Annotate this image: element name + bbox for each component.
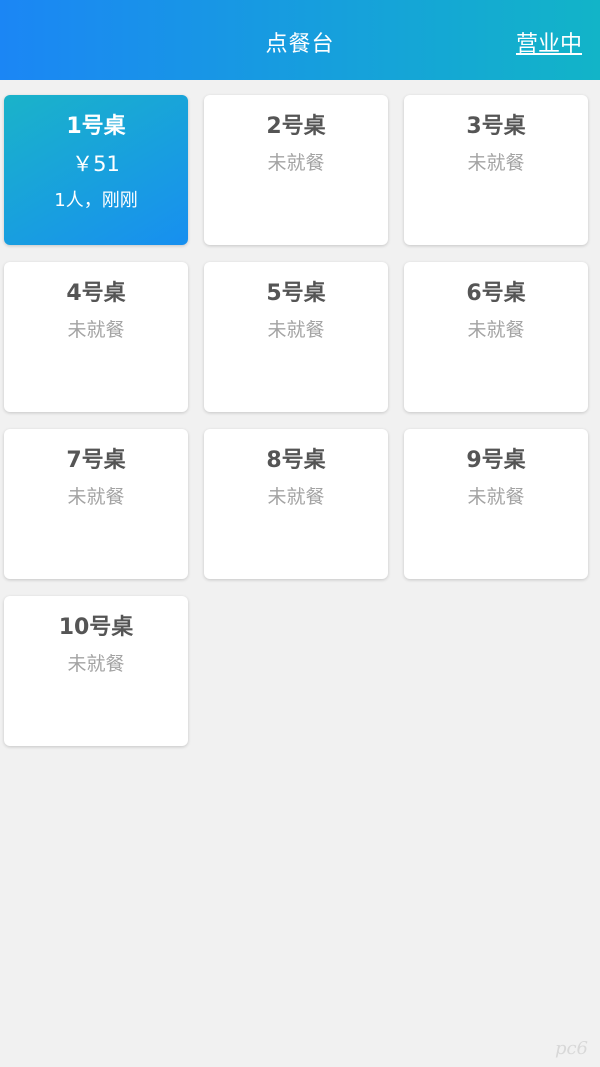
table-name: 3号桌 (466, 114, 526, 139)
table-status: 未就餐 (467, 152, 525, 174)
page-title: 点餐台 (265, 32, 335, 57)
table-name: 4号桌 (66, 281, 126, 306)
table-status: 未就餐 (467, 486, 525, 508)
table-name: 8号桌 (266, 448, 326, 473)
table-detail: 1人，刚刚 (54, 190, 138, 211)
business-status-link[interactable]: 营业中 (516, 26, 582, 58)
table-card-8[interactable]: 8号桌 未就餐 (204, 429, 388, 579)
table-status: 未就餐 (67, 653, 125, 675)
table-status: 未就餐 (267, 152, 325, 174)
table-card-3[interactable]: 3号桌 未就餐 (404, 95, 588, 245)
watermark-logo: pc6 (554, 1038, 588, 1059)
table-status: 未就餐 (67, 486, 125, 508)
table-grid: 1号桌 ￥51 1人，刚刚 2号桌 未就餐 3号桌 未就餐 4号桌 未就餐 5号… (4, 95, 594, 746)
table-name: 10号桌 (58, 615, 134, 640)
table-amount: ￥51 (72, 152, 120, 176)
table-card-5[interactable]: 5号桌 未就餐 (204, 262, 388, 412)
table-name: 1号桌 (66, 114, 126, 139)
table-status: 未就餐 (267, 319, 325, 341)
table-status: 未就餐 (267, 486, 325, 508)
table-card-1[interactable]: 1号桌 ￥51 1人，刚刚 (4, 95, 188, 245)
table-status: 未就餐 (67, 319, 125, 341)
app-header: 点餐台 营业中 (0, 0, 600, 80)
table-card-10[interactable]: 10号桌 未就餐 (4, 596, 188, 746)
table-status: 未就餐 (467, 319, 525, 341)
table-card-6[interactable]: 6号桌 未就餐 (404, 262, 588, 412)
table-card-2[interactable]: 2号桌 未就餐 (204, 95, 388, 245)
table-card-4[interactable]: 4号桌 未就餐 (4, 262, 188, 412)
table-name: 2号桌 (266, 114, 326, 139)
table-name: 6号桌 (466, 281, 526, 306)
table-name: 5号桌 (266, 281, 326, 306)
table-name: 9号桌 (466, 448, 526, 473)
table-card-7[interactable]: 7号桌 未就餐 (4, 429, 188, 579)
table-name: 7号桌 (66, 448, 126, 473)
table-card-9[interactable]: 9号桌 未就餐 (404, 429, 588, 579)
